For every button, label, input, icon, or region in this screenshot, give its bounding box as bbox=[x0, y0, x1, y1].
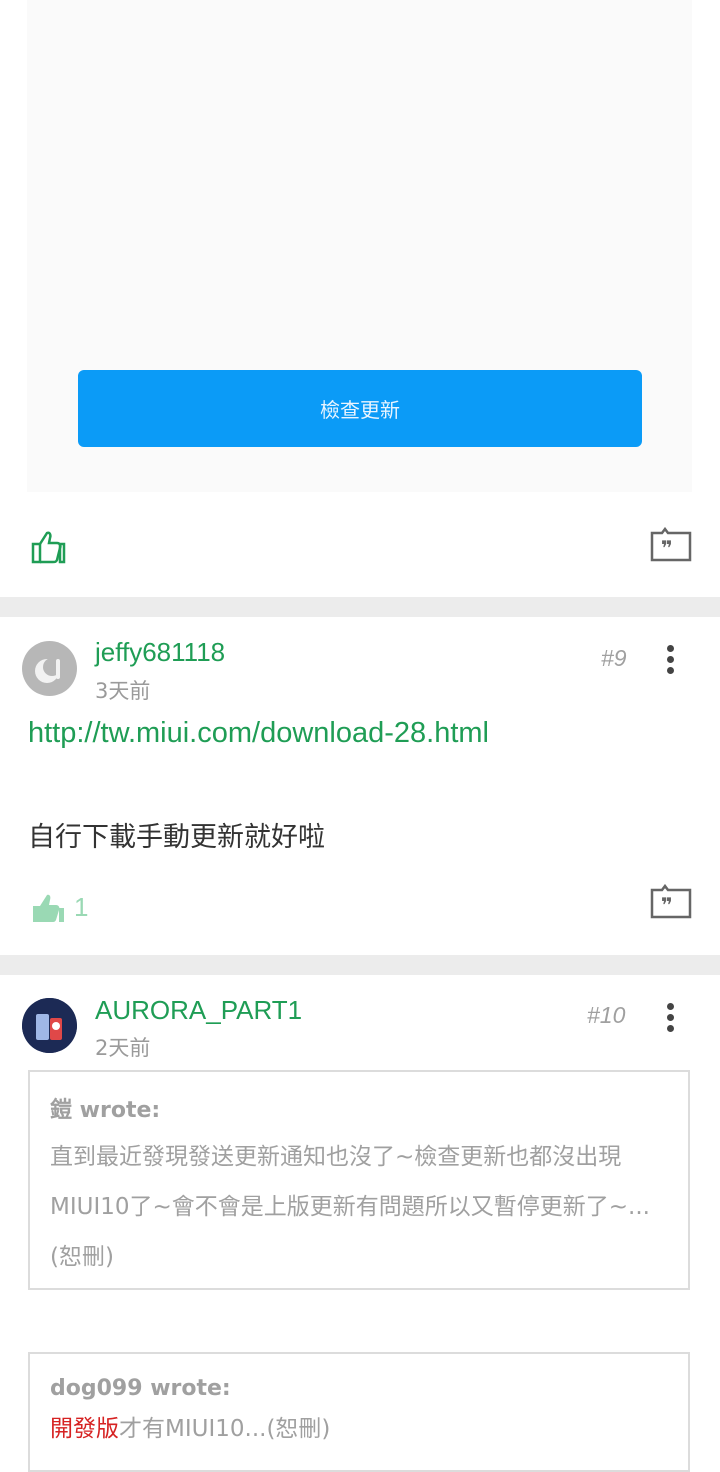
username[interactable]: AURORA_PART1 bbox=[95, 995, 302, 1026]
quote-block: 鎧 wrote: 直到最近發現發送更新通知也沒了~檢查更新也都沒出現MIUI10… bbox=[28, 1070, 690, 1290]
like-count: 1 bbox=[74, 892, 89, 922]
svg-text:❞: ❞ bbox=[661, 893, 673, 917]
more-options-icon[interactable] bbox=[665, 645, 675, 678]
post-body: 自行下載手動更新就好啦 bbox=[28, 822, 325, 853]
post-time: 3天前 bbox=[95, 679, 151, 703]
post-separator bbox=[0, 597, 720, 617]
username[interactable]: jeffy681118 bbox=[95, 637, 225, 668]
quote-reply-icon[interactable]: ❞ bbox=[650, 883, 692, 920]
floor-number: #9 bbox=[601, 645, 627, 671]
check-update-button[interactable]: 檢查更新 bbox=[78, 370, 642, 447]
quote-author: dog099 wrote: bbox=[50, 1376, 231, 1401]
like-icon[interactable] bbox=[30, 528, 66, 564]
quote-text: 才有MIUI10...(恕刪) bbox=[119, 1416, 331, 1442]
post-separator bbox=[0, 955, 720, 975]
quote-body: 直到最近發現發送更新通知也沒了~檢查更新也都沒出現MIUI10了~會不會是上版更… bbox=[50, 1144, 650, 1270]
download-link[interactable]: http://tw.miui.com/download-28.html bbox=[28, 717, 489, 750]
like-icon[interactable] bbox=[30, 890, 66, 926]
quote-body: 開發版才有MIUI10...(恕刪) bbox=[50, 1409, 670, 1449]
quote-reply-icon[interactable]: ❞ bbox=[650, 526, 692, 563]
svg-text:❞: ❞ bbox=[661, 536, 673, 560]
quote-highlight: 開發版 bbox=[50, 1416, 119, 1442]
quote-author: 鎧 wrote: bbox=[50, 1098, 161, 1123]
floor-number: #10 bbox=[587, 1002, 626, 1028]
avatar[interactable] bbox=[22, 998, 77, 1053]
quote-block: dog099 wrote: 開發版才有MIUI10...(恕刪) bbox=[28, 1352, 690, 1472]
avatar[interactable] bbox=[22, 641, 77, 696]
post-time: 2天前 bbox=[95, 1036, 151, 1060]
more-options-icon[interactable] bbox=[665, 1003, 675, 1036]
